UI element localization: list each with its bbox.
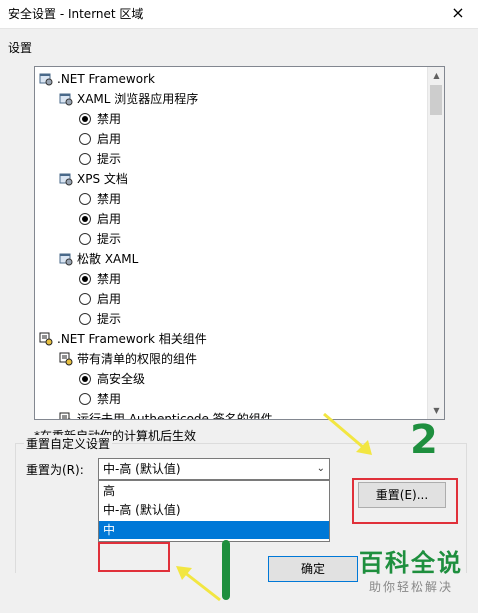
setting-category-row: XAML 浏览器应用程序 xyxy=(59,89,198,109)
scroll-thumb[interactable] xyxy=(430,85,442,115)
setting-option-row[interactable]: 提示 xyxy=(79,309,121,329)
setting-label: 启用 xyxy=(97,132,122,146)
radio-unchecked-icon[interactable] xyxy=(79,152,91,165)
setting-option-row[interactable]: 启用 xyxy=(79,289,121,309)
setting-category-row: 运行未用 Authenticode 签名的组件 xyxy=(59,409,273,419)
reset-level-selected: 中-高 (默认值) xyxy=(103,462,181,476)
setting-option-row[interactable]: 禁用 xyxy=(79,189,121,209)
setting-category-row: XPS 文档 xyxy=(59,169,128,189)
step-one-marker xyxy=(222,540,230,600)
reset-to-label: 重置为(R): xyxy=(26,463,84,477)
setting-option-row[interactable]: 禁用 xyxy=(79,389,121,409)
setting-label: 启用 xyxy=(97,212,122,226)
title-bar: 安全设置 - Internet 区域 × xyxy=(0,0,478,28)
settings-group-label: 设置 xyxy=(8,41,33,55)
arrow-to-option-shaft xyxy=(183,570,221,602)
setting-label: 运行未用 Authenticode 签名的组件 xyxy=(77,412,273,419)
chevron-down-icon[interactable]: ⌄ xyxy=(317,459,325,479)
component-category-icon xyxy=(39,332,53,346)
setting-category-row: 松散 XAML xyxy=(59,249,138,269)
radio-checked-icon[interactable] xyxy=(79,272,91,285)
setting-label: 松散 XAML xyxy=(77,252,139,266)
close-button[interactable]: × xyxy=(438,0,478,28)
setting-option-row[interactable]: 高安全级 xyxy=(79,369,145,389)
radio-checked-icon[interactable] xyxy=(79,112,91,125)
arrow-to-option-icon xyxy=(176,566,221,602)
setting-label: 禁用 xyxy=(97,272,122,286)
settings-list-box[interactable]: .NET Framework XAML 浏览器应用程序 禁用 启用 提示 XPS 文档 禁用… xyxy=(34,66,445,420)
setting-option-row[interactable]: 提示 xyxy=(79,229,121,249)
setting-label: 禁用 xyxy=(97,112,122,126)
setting-label: XAML 浏览器应用程序 xyxy=(77,92,199,106)
scroll-up-icon[interactable]: ▲ xyxy=(428,67,444,84)
setting-label: 提示 xyxy=(97,152,122,166)
component-category-icon xyxy=(59,352,73,366)
window-title: 安全设置 - Internet 区域 xyxy=(8,7,144,21)
setting-label: 带有清单的权限的组件 xyxy=(77,352,198,366)
setting-label: 提示 xyxy=(97,312,122,326)
setting-label: 提示 xyxy=(97,232,122,246)
settings-scrollbar[interactable]: ▲ ▼ xyxy=(427,67,444,419)
reset-group-label: 重置自定义设置 xyxy=(24,435,113,452)
setting-label: 启用 xyxy=(97,292,122,306)
step-two-marker: 2 xyxy=(410,417,438,463)
setting-label: XPS 文档 xyxy=(77,172,128,186)
setting-label: 禁用 xyxy=(97,392,122,406)
radio-unchecked-icon[interactable] xyxy=(79,392,91,405)
highlight-medium-option xyxy=(98,542,170,572)
arrow-to-reset-icon xyxy=(323,412,372,455)
setting-option-row[interactable]: 禁用 xyxy=(79,109,121,129)
settings-category-icon xyxy=(59,252,73,266)
settings-category-icon xyxy=(59,92,73,106)
setting-option-row[interactable]: 启用 xyxy=(79,209,121,229)
watermark-main-text: 百科全说 xyxy=(359,549,463,577)
watermark-logo: 百科全说 助你轻松解决 xyxy=(348,548,474,610)
reset-level-select[interactable]: 中-高 (默认值) ⌄ xyxy=(98,458,330,480)
radio-checked-icon[interactable] xyxy=(79,212,91,225)
setting-category-row: 带有清单的权限的组件 xyxy=(59,349,197,369)
setting-option-row[interactable]: 禁用 xyxy=(79,269,121,289)
radio-unchecked-icon[interactable] xyxy=(79,232,91,245)
dropdown-option-medium-high[interactable]: 中-高 (默认值) xyxy=(99,501,329,519)
radio-unchecked-icon[interactable] xyxy=(79,132,91,145)
settings-tree[interactable]: .NET Framework XAML 浏览器应用程序 禁用 启用 提示 XPS 文档 禁用… xyxy=(35,67,427,419)
reset-level-dropdown[interactable]: 高 中-高 (默认值) 中 xyxy=(98,480,330,542)
highlight-reset-button xyxy=(352,478,458,524)
setting-option-row[interactable]: 启用 xyxy=(79,129,121,149)
radio-checked-icon[interactable] xyxy=(79,372,91,385)
dropdown-option-high[interactable]: 高 xyxy=(99,482,329,500)
setting-category-row: .NET Framework xyxy=(39,69,155,89)
component-category-icon xyxy=(59,412,73,419)
settings-category-icon xyxy=(59,172,73,186)
radio-unchecked-icon[interactable] xyxy=(79,312,91,325)
radio-unchecked-icon[interactable] xyxy=(79,192,91,205)
setting-label: 禁用 xyxy=(97,192,122,206)
setting-option-row[interactable]: 提示 xyxy=(79,149,121,169)
setting-category-row: .NET Framework 相关组件 xyxy=(39,329,207,349)
radio-unchecked-icon[interactable] xyxy=(79,292,91,305)
setting-label: .NET Framework xyxy=(57,72,155,86)
settings-category-icon xyxy=(39,72,53,86)
watermark-sub-text: 助你轻松解决 xyxy=(368,580,453,594)
ok-button[interactable]: 确定 xyxy=(268,556,358,582)
setting-label: 高安全级 xyxy=(97,372,146,386)
setting-label: .NET Framework 相关组件 xyxy=(57,332,207,346)
dropdown-option-medium[interactable]: 中 xyxy=(99,521,329,539)
arrow-to-reset-shaft xyxy=(323,412,365,450)
